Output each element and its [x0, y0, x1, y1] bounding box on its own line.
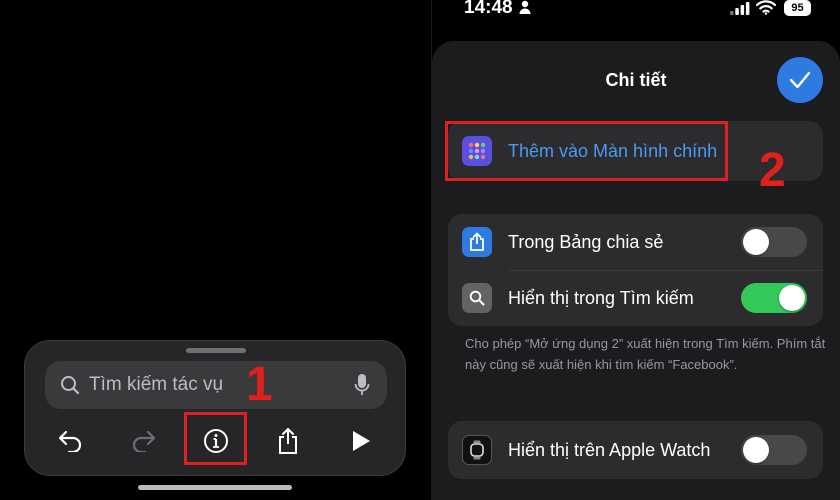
toggle-knob — [779, 285, 805, 311]
shortcuts-editor-panel: 1 — [0, 0, 431, 500]
search-icon — [462, 283, 492, 313]
share-sheet-toggle[interactable] — [741, 227, 807, 257]
done-button[interactable] — [777, 57, 823, 103]
search-input[interactable] — [89, 374, 351, 396]
redo-button[interactable] — [121, 421, 165, 461]
show-in-search-toggle[interactable] — [741, 283, 807, 313]
step-number-1: 1 — [246, 358, 273, 411]
wifi-icon — [755, 0, 777, 20]
toggle-knob — [743, 229, 769, 255]
battery-indicator: 95 — [784, 0, 811, 16]
details-sheet: Chi tiết Thêm vào Màn hình chính Trong B… — [432, 41, 840, 500]
person-icon — [519, 0, 531, 19]
share-sheet-icon — [462, 227, 492, 257]
share-icon — [279, 428, 297, 454]
action-search-bar[interactable] — [45, 361, 387, 409]
home-indicator — [138, 485, 292, 490]
shortcut-details-panel: 14:48 95 Chi tiết Thêm vào Màn hình chín… — [432, 0, 840, 500]
play-icon — [353, 431, 370, 451]
show-in-search-label: Hiển thị trong Tìm kiếm — [508, 287, 694, 308]
toggle-knob — [743, 437, 769, 463]
undo-button[interactable] — [49, 421, 93, 461]
redo-icon — [132, 430, 156, 452]
apple-watch-row: Hiển thị trên Apple Watch — [448, 422, 823, 478]
status-bar: 14:48 95 — [432, 0, 840, 22]
highlight-info-button — [184, 412, 247, 465]
show-in-search-row: Hiển thị trong Tìm kiếm — [448, 270, 823, 326]
status-time: 14:48 — [464, 0, 513, 18]
cellular-signal-icon — [730, 2, 750, 20]
share-sheet-row: Trong Bảng chia sẻ — [448, 214, 823, 270]
search-icon — [59, 374, 81, 396]
apple-watch-label: Hiển thị trên Apple Watch — [508, 439, 711, 460]
microphone-icon[interactable] — [351, 374, 373, 396]
step-number-2: 2 — [759, 144, 786, 197]
share-sheet-label: Trong Bảng chia sẻ — [508, 231, 664, 252]
search-footnote: Cho phép “Mở ứng dụng 2” xuất hiện trong… — [465, 336, 826, 372]
highlight-add-to-home — [445, 121, 728, 181]
visibility-settings-group: Trong Bảng chia sẻ Hiển thị trong Tìm ki… — [448, 214, 823, 326]
apple-watch-group: Hiển thị trên Apple Watch — [448, 421, 823, 479]
undo-icon — [58, 430, 82, 452]
sheet-grabber[interactable] — [186, 348, 246, 353]
share-button[interactable] — [266, 421, 310, 461]
checkmark-icon — [789, 71, 811, 89]
apple-watch-icon — [462, 435, 492, 465]
apple-watch-toggle[interactable] — [741, 435, 807, 465]
run-button[interactable] — [339, 421, 383, 461]
